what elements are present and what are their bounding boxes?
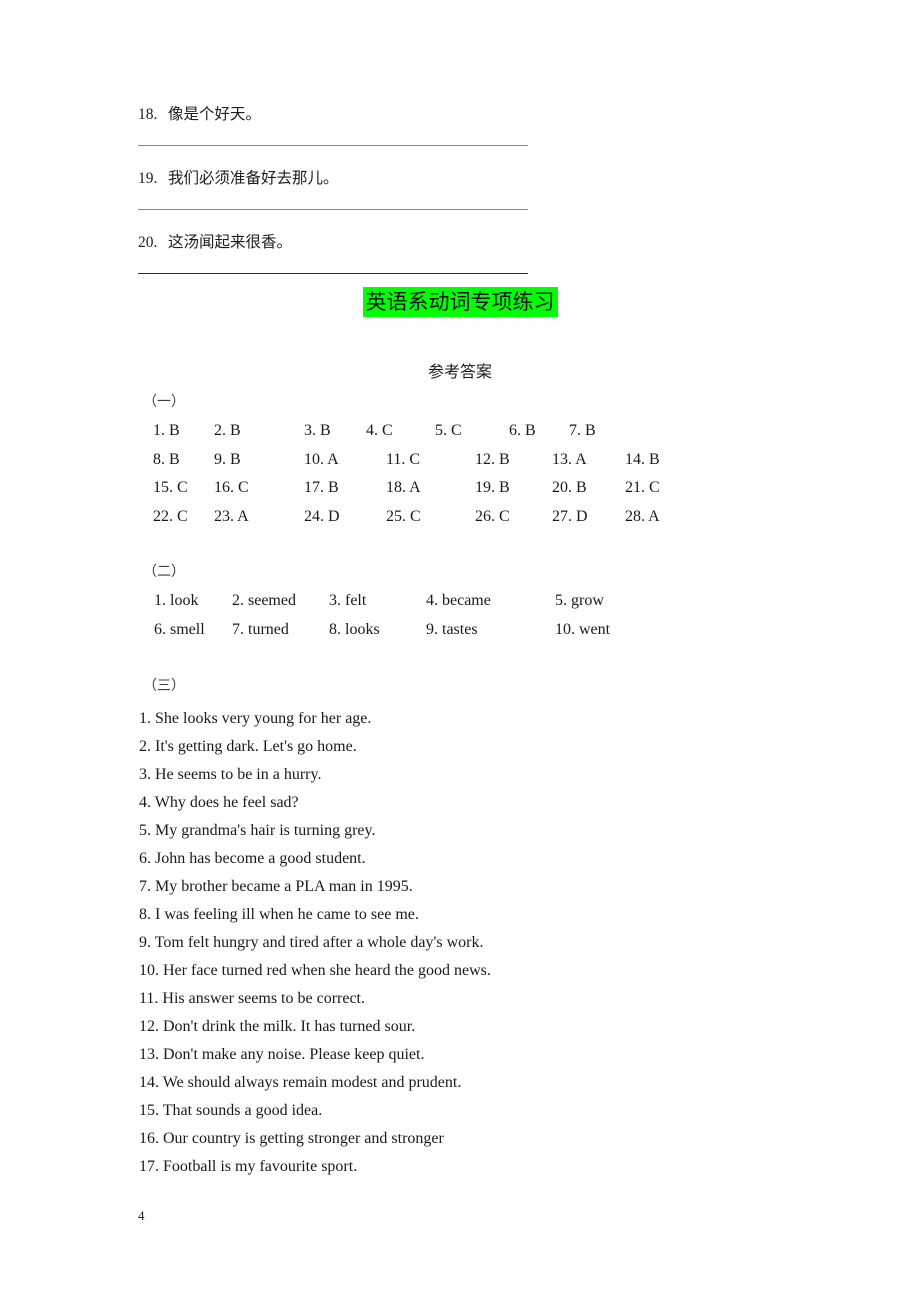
- translation-item-text: 我们必须准备好去那儿。: [168, 169, 339, 188]
- translation-item-text: 这汤闻起来很香。: [168, 233, 293, 252]
- page-number: 4: [138, 1208, 145, 1223]
- answer-write-line: [138, 273, 528, 275]
- sentence-item: 7. My brother became a PLA man in 1995.: [139, 878, 413, 895]
- sentence-item: 8. I was feeling ill when he came to see…: [139, 906, 419, 923]
- answer-cell: 2. seemed: [232, 592, 296, 609]
- answer-cell: 5. grow: [555, 592, 604, 609]
- translation-item: 20. 这汤闻起来很香。: [138, 233, 538, 252]
- sentence-item: 17. Football is my favourite sport.: [139, 1158, 358, 1175]
- answer-cell: 22. C: [153, 507, 188, 525]
- answer-cell: 12. B: [475, 450, 510, 468]
- answer-row: 1. look 2. seemed 3. felt 4. became 5. g…: [138, 591, 658, 620]
- answer-row: 15. C 16. C 17. B 18. A 19. B 20. B 21. …: [138, 478, 698, 507]
- answer-cell: 14. B: [625, 450, 660, 468]
- translation-exercise-block: 18. 像是个好天。 19. 我们必须准备好去那儿。 20. 这汤闻起来很香。: [138, 105, 538, 275]
- answer-cell: 9. B: [214, 450, 241, 468]
- section-marker-two: （二）: [143, 564, 185, 580]
- translation-item-text: 像是个好天。: [168, 105, 262, 123]
- sentence-item: 12. Don't drink the milk. It has turned …: [139, 1018, 416, 1035]
- answer-cell: 21. C: [625, 479, 660, 496]
- sentence-item: 4. Why does he feel sad?: [139, 794, 299, 811]
- sentence-item: 11. His answer seems to be correct.: [139, 990, 365, 1007]
- answer-cell: 13. A: [552, 450, 587, 468]
- answer-cell: 19. B: [475, 479, 510, 496]
- answer-cell: 16. C: [214, 479, 249, 496]
- answer-cell: 24. D: [304, 507, 340, 525]
- answer-cell: 9. tastes: [426, 620, 478, 638]
- answer-cell: 26. C: [475, 507, 510, 525]
- answer-cell: 27. D: [552, 507, 588, 525]
- answer-cell: 7. turned: [232, 620, 289, 638]
- section-marker-three: （三）: [143, 678, 185, 694]
- answer-cell: 2. B: [214, 422, 241, 439]
- answer-cell: 20. B: [552, 479, 587, 496]
- answer-row: 6. smell 7. turned 8. looks 9. tastes 10…: [138, 620, 658, 649]
- translation-item-number: 20.: [138, 234, 158, 252]
- sentence-item: 10. Her face turned red when she heard t…: [139, 962, 491, 979]
- answer-row: 1. B 2. B 3. B 4. C 5. C 6. B 7. B: [138, 421, 698, 450]
- answer-cell: 4. C: [366, 422, 393, 439]
- answer-cell: 23. A: [214, 507, 249, 525]
- answer-cell: 10. A: [304, 450, 339, 468]
- answer-cell: 18. A: [386, 479, 421, 496]
- answer-cell: 8. looks: [329, 620, 380, 638]
- sentence-item: 5. My grandma's hair is turning grey.: [139, 822, 376, 839]
- answer-cell: 15. C: [153, 479, 188, 496]
- sentence-item: 3. He seems to be in a hurry.: [139, 766, 322, 783]
- answer-cell: 6. smell: [154, 620, 205, 638]
- answer-cell: 3. felt: [329, 592, 367, 609]
- answer-cell: 7. B: [569, 422, 596, 439]
- sentence-item: 6. John has become a good student.: [139, 850, 366, 867]
- sentence-item: 9. Tom felt hungry and tired after a who…: [139, 934, 484, 951]
- answer-cell: 8. B: [153, 450, 180, 468]
- page-title: 英语系动词专项练习: [362, 287, 558, 318]
- translation-item: 18. 像是个好天。: [138, 105, 538, 123]
- answer-cell: 10. went: [555, 620, 611, 638]
- answer-cell: 11. C: [386, 450, 421, 468]
- answer-row: 8. B 9. B 10. A 11. C 12. B 13. A 14. B: [138, 450, 698, 479]
- answer-cell: 3. B: [304, 422, 331, 439]
- answers-heading: 参考答案: [427, 362, 492, 381]
- sentence-item: 2. It's getting dark. Let's go home.: [139, 738, 357, 755]
- section-two-answer-grid: 1. look 2. seemed 3. felt 4. became 5. g…: [138, 591, 658, 648]
- sentence-item: 13. Don't make any noise. Please keep qu…: [139, 1046, 425, 1063]
- translation-item-number: 19.: [138, 170, 158, 188]
- sentence-item: 14. We should always remain modest and p…: [139, 1074, 462, 1091]
- document-page: 18. 像是个好天。 19. 我们必须准备好去那儿。 20. 这汤闻起来很香。 英语系…: [0, 0, 920, 1302]
- section-one-answer-grid: 1. B 2. B 3. B 4. C 5. C 6. B 7. B 8. B …: [138, 421, 698, 535]
- translation-item: 19. 我们必须准备好去那儿。: [138, 169, 538, 188]
- sentence-item: 15. That sounds a good idea.: [139, 1102, 323, 1119]
- answer-cell: 1. look: [154, 592, 199, 609]
- document-title-container: 英语系动词专项练习: [0, 287, 920, 318]
- section-marker-one: （一）: [143, 394, 185, 410]
- answer-cell: 1. B: [153, 422, 180, 439]
- answer-row: 22. C 23. A 24. D 25. C 26. C 27. D 28. …: [138, 507, 698, 536]
- section-three-sentence-list: 1. She looks very young for her age. 2. …: [139, 705, 759, 1181]
- answer-cell: 17. B: [304, 479, 339, 496]
- answer-cell: 25. C: [386, 507, 421, 525]
- answer-cell: 6. B: [509, 422, 536, 439]
- answer-cell: 28. A: [625, 507, 660, 525]
- answer-cell: 5. C: [435, 422, 462, 439]
- answer-cell: 4. became: [426, 592, 491, 609]
- sentence-item: 16. Our country is getting stronger and …: [139, 1130, 444, 1147]
- sentence-item: 1. She looks very young for her age.: [139, 710, 372, 727]
- translation-item-number: 18.: [138, 106, 158, 123]
